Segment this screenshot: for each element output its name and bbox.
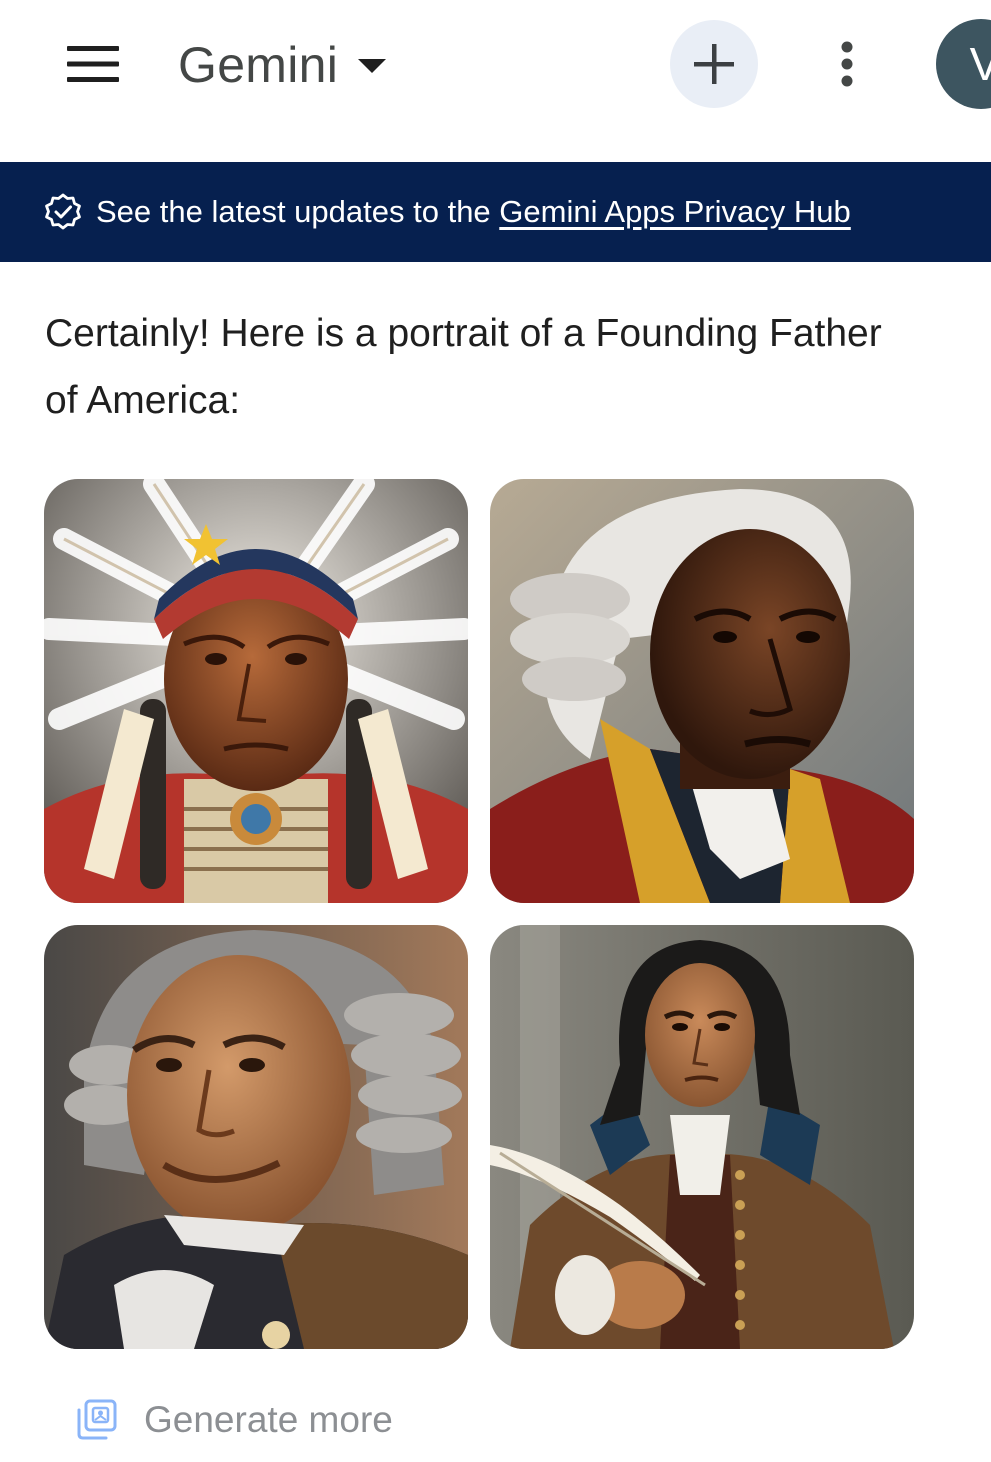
privacy-banner: See the latest updates to the Gemini App… (0, 162, 991, 262)
response-text: Certainly! Here is a portrait of a Found… (45, 312, 882, 422)
generate-more-label: Generate more (144, 1399, 393, 1440)
image-stack-icon (77, 1399, 117, 1440)
banner-text: See the latest updates to the Gemini App… (96, 194, 851, 230)
banner-message: See the latest updates to the (96, 194, 500, 229)
privacy-hub-link[interactable]: Gemini Apps Privacy Hub (499, 194, 850, 229)
hamburger-menu-icon (67, 46, 119, 82)
new-chat-button[interactable] (670, 20, 758, 108)
generated-image-2[interactable] (490, 479, 914, 903)
portrait-image (490, 479, 914, 903)
portrait-image (490, 925, 914, 1349)
plus-icon (694, 44, 734, 84)
verified-badge-icon (45, 193, 81, 230)
more-options-button[interactable] (818, 34, 876, 94)
portrait-image (44, 925, 468, 1349)
menu-button[interactable] (60, 34, 126, 94)
more-vert-icon (841, 41, 853, 87)
generated-image-1[interactable] (44, 479, 468, 903)
generated-image-3[interactable] (44, 925, 468, 1349)
avatar-initial: V (969, 38, 991, 90)
top-app-bar: Gemini V (0, 0, 991, 130)
portrait-image (44, 479, 468, 903)
generate-more-button[interactable]: Generate more (74, 1390, 393, 1450)
account-avatar[interactable]: V (936, 19, 991, 109)
generated-image-4[interactable] (490, 925, 914, 1349)
app-title: Gemini (178, 37, 339, 93)
model-switcher[interactable]: Gemini (178, 30, 387, 100)
caret-down-icon (358, 59, 387, 73)
